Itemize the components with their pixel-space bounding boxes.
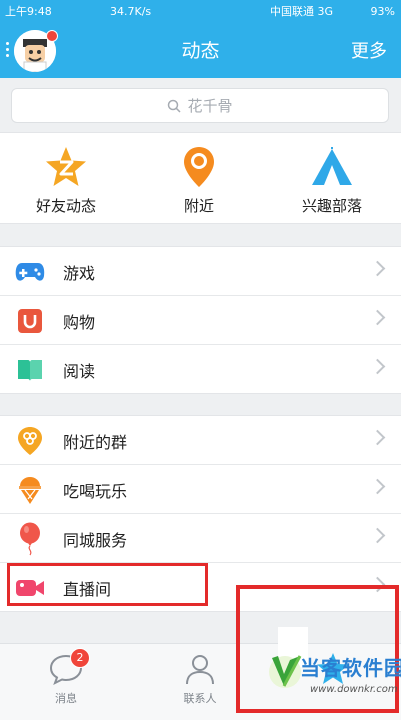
search-area: 花千骨 xyxy=(0,78,401,132)
gamepad-icon xyxy=(15,257,45,287)
quick-friends-feed[interactable]: 好友动态 xyxy=(11,145,121,216)
search-input[interactable]: 花千骨 xyxy=(11,88,389,123)
chevron-right-icon xyxy=(369,358,386,375)
star-z-icon xyxy=(11,145,121,189)
page-title: 动态 xyxy=(181,40,220,62)
tab-messages-label: 消息 xyxy=(55,692,77,705)
status-carrier: 中国联通 3G xyxy=(270,5,334,18)
nearby-group-icon xyxy=(15,426,45,456)
list-item-reading-label: 阅读 xyxy=(63,362,96,381)
ice-cream-icon xyxy=(15,475,45,505)
book-icon xyxy=(15,355,45,385)
list-item-shopping[interactable]: 购物 xyxy=(0,296,401,345)
chevron-right-icon xyxy=(369,429,386,446)
chevron-right-icon xyxy=(369,478,386,495)
search-placeholder: 花千骨 xyxy=(187,97,233,115)
app-bar: 动态 更多 xyxy=(0,22,401,78)
list-item-food-fun[interactable]: 吃喝玩乐 xyxy=(0,465,401,514)
status-net-speed: 34.7K/s xyxy=(110,4,152,18)
list-item-nearby-groups-label: 附近的群 xyxy=(63,433,128,452)
tent-icon xyxy=(277,145,387,189)
list-item-games-label: 游戏 xyxy=(63,264,96,283)
list-item-nearby-groups[interactable]: 附近的群 xyxy=(0,416,401,465)
list-item-games[interactable]: 游戏 xyxy=(0,247,401,296)
list-item-city-services[interactable]: 同城服务 xyxy=(0,514,401,563)
location-pin-icon xyxy=(144,145,254,189)
status-battery: 93% xyxy=(370,4,395,18)
shopping-bag-icon xyxy=(15,306,45,336)
quick-nearby[interactable]: 附近 xyxy=(144,145,254,216)
quick-interest-tribe-label: 兴趣部落 xyxy=(301,197,362,215)
search-icon xyxy=(168,99,182,113)
watermark-url: www.downkr.com xyxy=(310,684,398,695)
balloon-icon xyxy=(15,522,45,556)
list-item-shopping-label: 购物 xyxy=(63,313,96,332)
message-icon xyxy=(6,652,126,686)
watermark-title: 当客软件园 xyxy=(300,656,401,680)
list-item-city-services-label: 同城服务 xyxy=(63,531,128,550)
quick-friends-feed-label: 好友动态 xyxy=(35,197,96,215)
status-time: 上午9:48 xyxy=(5,5,52,18)
message-badge: 2 xyxy=(70,648,90,668)
chevron-right-icon xyxy=(369,260,386,277)
chevron-right-icon xyxy=(369,527,386,544)
quick-entries: 好友动态 附近 兴趣部落 xyxy=(0,132,401,224)
list-item-reading[interactable]: 阅读 xyxy=(0,345,401,393)
chevron-right-icon xyxy=(369,309,386,326)
quick-interest-tribe[interactable]: 兴趣部落 xyxy=(277,145,387,216)
list-item-food-fun-label: 吃喝玩乐 xyxy=(63,482,128,501)
status-bar: 上午9:48 34.7K/s 中国联通 3G 93% xyxy=(0,0,401,22)
tab-messages[interactable]: 2 消息 xyxy=(6,648,126,706)
more-button[interactable]: 更多 xyxy=(351,37,387,63)
quick-nearby-label: 附近 xyxy=(183,197,214,215)
highlight-box-live-room xyxy=(7,563,208,606)
watermark: 当客软件园 www.downkr.com xyxy=(266,650,401,716)
menu-group-1: 游戏 购物 阅读 xyxy=(0,246,401,394)
